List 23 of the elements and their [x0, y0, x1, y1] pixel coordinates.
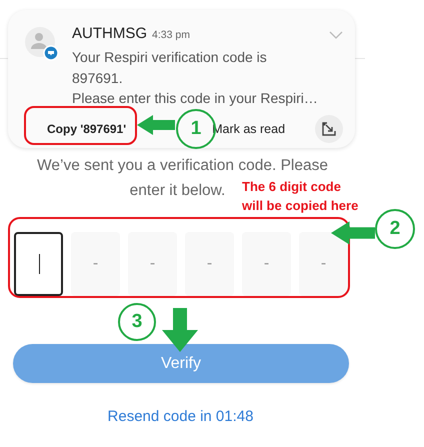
arrow-icon	[161, 308, 199, 352]
instruction-text: enter it below.	[130, 181, 226, 201]
code-field[interactable]: -	[71, 232, 120, 296]
code-field[interactable]: -	[128, 232, 177, 296]
code-field[interactable]: -	[299, 232, 348, 296]
instruction-text: We’ve sent you a verification code. Please	[37, 156, 328, 176]
step-number: 3	[118, 303, 156, 341]
annotation-note: The 6 digit code will be copied here	[242, 178, 358, 215]
sender-name: AUTHMSG	[72, 25, 147, 42]
arrow-icon	[331, 221, 375, 245]
code-field[interactable]: -	[185, 232, 234, 296]
notification-time: 4:33 pm	[152, 29, 190, 41]
arrow-icon	[137, 115, 175, 135]
contact-icon	[25, 27, 59, 61]
step-number: 2	[375, 209, 415, 249]
resend-link[interactable]: Resend code in 01:48	[108, 408, 254, 425]
step-number: 1	[176, 109, 216, 149]
expand-button[interactable]	[315, 114, 343, 142]
message-text: Your Respiri verification code is 897691. Please enter this code in your Respiri…	[72, 48, 319, 108]
code-field[interactable]: -	[242, 232, 291, 296]
expand-icon	[321, 120, 337, 136]
code-field[interactable]	[14, 232, 63, 296]
copy-button[interactable]: Copy '897691'	[39, 116, 134, 142]
